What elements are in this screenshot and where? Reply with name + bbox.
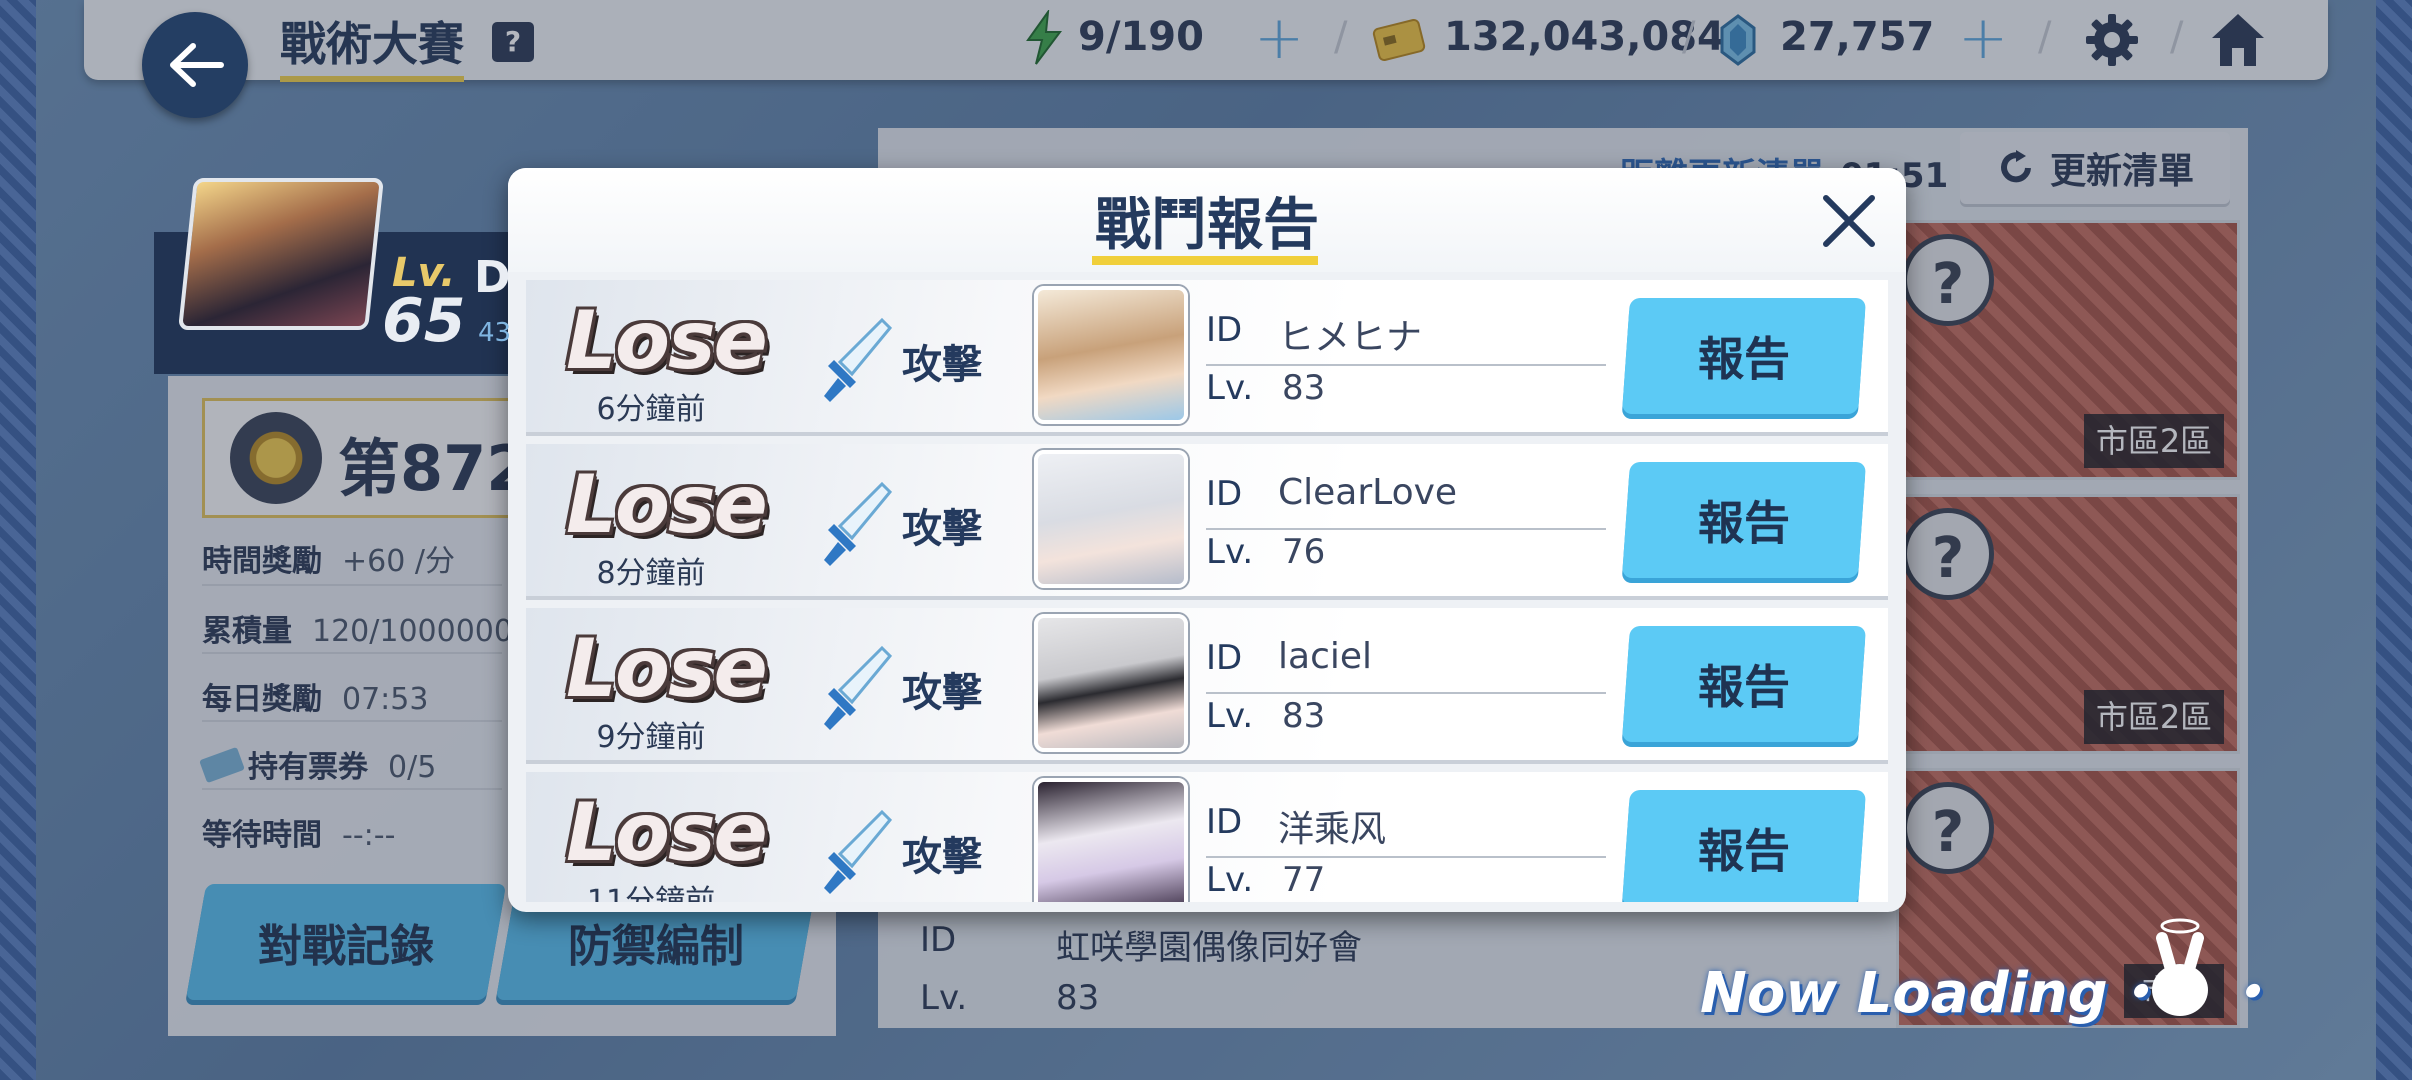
- divider: [1206, 528, 1606, 530]
- dialog-title: 戰鬥報告: [1095, 193, 1319, 258]
- level-label: Lv.: [1206, 368, 1254, 408]
- back-button[interactable]: [142, 12, 248, 118]
- player-avatar[interactable]: [178, 178, 384, 330]
- level-label: Lv.: [1206, 860, 1254, 900]
- report-list[interactable]: Lose 6分鐘前 攻擊 ID ヒメヒナ Lv. 83 報告 Lose 8分鐘前: [526, 280, 1888, 902]
- opponent-level: 83: [1282, 368, 1326, 408]
- battle-result: Lose: [566, 294, 768, 387]
- sword-icon: [824, 317, 893, 402]
- divider: [1206, 364, 1606, 366]
- level-label: Lv.: [1206, 696, 1254, 736]
- level-label: Lv.: [1206, 532, 1254, 572]
- id-label: ID: [1206, 310, 1243, 350]
- battle-type: 攻擊: [902, 342, 982, 388]
- battle-time-ago: 11分鐘前: [586, 884, 716, 902]
- view-report-button[interactable]: 報告: [1621, 462, 1867, 578]
- report-button-label: 報告: [1698, 660, 1790, 714]
- view-report-button[interactable]: 報告: [1621, 298, 1867, 414]
- sword-icon: [824, 809, 893, 894]
- id-label: ID: [1206, 638, 1243, 678]
- opponent-level: 77: [1282, 860, 1326, 900]
- opponent-id: 洋乘风: [1278, 809, 1387, 850]
- arrow-left-icon: [170, 43, 224, 87]
- id-label: ID: [1206, 802, 1243, 842]
- view-report-button[interactable]: 報告: [1621, 626, 1867, 742]
- report-button-label: 報告: [1698, 824, 1790, 878]
- divider: [1206, 692, 1606, 694]
- report-button-label: 報告: [1698, 332, 1790, 386]
- divider: [1206, 856, 1606, 858]
- battle-time-ago: 8分鐘前: [596, 556, 706, 591]
- view-report-button[interactable]: 報告: [1621, 790, 1867, 902]
- report-button-label: 報告: [1698, 496, 1790, 550]
- opponent-id: ヒメヒナ: [1278, 317, 1423, 358]
- battle-type: 攻擊: [902, 506, 982, 552]
- report-row: Lose 9分鐘前 攻擊 ID laciel Lv. 83 報告: [526, 608, 1888, 764]
- sword-icon: [824, 481, 893, 566]
- title-underline: [1092, 256, 1318, 265]
- opponent-id: ClearLove: [1278, 472, 1458, 513]
- battle-result: Lose: [566, 786, 768, 879]
- opponent-avatar: [1034, 778, 1188, 902]
- battle-report-dialog: 戰鬥報告 Lose 6分鐘前 攻擊 ID ヒメヒナ Lv. 83 報告 Lose…: [508, 168, 1906, 912]
- report-row: Lose 11分鐘前 攻擊 ID 洋乘风 Lv. 77 報告: [526, 772, 1888, 902]
- opponent-level: 83: [1282, 696, 1326, 736]
- battle-type: 攻擊: [902, 834, 982, 880]
- player-level: 65: [382, 286, 466, 356]
- player-sub-value: 43: [478, 318, 512, 348]
- battle-result: Lose: [566, 622, 768, 715]
- close-icon[interactable]: [1820, 192, 1878, 250]
- battle-time-ago: 6分鐘前: [596, 392, 706, 427]
- opponent-avatar: [1034, 450, 1188, 588]
- battle-type: 攻擊: [902, 670, 982, 716]
- player-name: D: [474, 252, 511, 303]
- battle-result: Lose: [566, 458, 768, 551]
- sword-icon: [824, 645, 893, 730]
- opponent-avatar: [1034, 614, 1188, 752]
- opponent-level: 76: [1282, 532, 1326, 572]
- report-row: Lose 6分鐘前 攻擊 ID ヒメヒナ Lv. 83 報告: [526, 280, 1888, 436]
- battle-time-ago: 9分鐘前: [596, 720, 706, 755]
- opponent-avatar: [1034, 286, 1188, 424]
- id-label: ID: [1206, 474, 1243, 514]
- opponent-id: laciel: [1278, 636, 1373, 677]
- loading-bunny-icon: [2152, 918, 2208, 1016]
- report-row: Lose 8分鐘前 攻擊 ID ClearLove Lv. 76 報告: [526, 444, 1888, 600]
